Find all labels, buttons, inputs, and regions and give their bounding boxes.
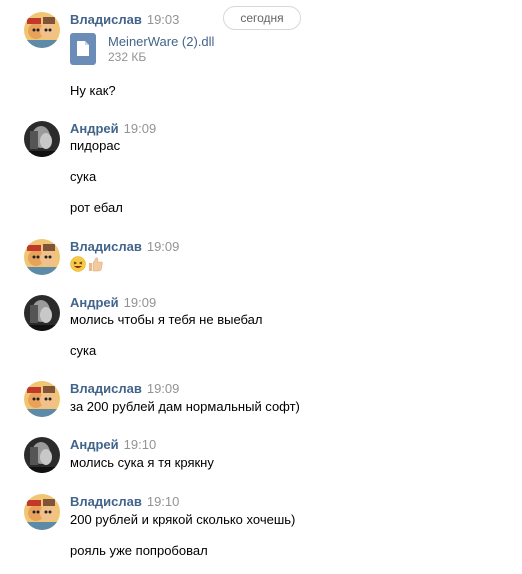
- message-time[interactable]: 19:10: [147, 494, 180, 509]
- message-text: сука: [70, 343, 97, 358]
- message-header: Владислав 19:09: [70, 381, 179, 396]
- avatar[interactable]: [24, 381, 60, 417]
- message-text: рот ебал: [70, 200, 123, 215]
- message-text: молись сука я тя крякну: [70, 455, 214, 470]
- message-header: Андрей 19:09: [70, 121, 156, 136]
- message-time[interactable]: 19:10: [124, 437, 157, 452]
- message-header: Владислав 19:03: [70, 12, 179, 27]
- message-text: пидорас: [70, 138, 121, 153]
- author-name[interactable]: Владислав: [70, 239, 142, 254]
- document-icon: [70, 33, 96, 65]
- message-text: рояль уже попробовал: [70, 543, 208, 558]
- avatar[interactable]: [24, 295, 60, 331]
- avatar[interactable]: [24, 239, 60, 275]
- file-size: 232 КБ: [108, 50, 147, 64]
- message-text: 200 рублей и крякой сколько хочешь): [70, 512, 296, 527]
- thumbs-up-emoji: [89, 257, 103, 272]
- message-header: Владислав 19:10: [70, 494, 179, 509]
- date-separator: сегодня: [223, 6, 301, 30]
- avatar[interactable]: [24, 437, 60, 473]
- message-time[interactable]: 19:09: [147, 239, 180, 254]
- avatar[interactable]: [24, 121, 60, 157]
- message-text: за 200 рублей дам нормальный софт): [70, 399, 300, 414]
- message-time[interactable]: 19:09: [147, 381, 180, 396]
- message-text: Ну как?: [70, 83, 116, 98]
- author-name[interactable]: Владислав: [70, 12, 142, 27]
- file-name[interactable]: MeinerWare (2).dll: [108, 34, 214, 49]
- author-name[interactable]: Владислав: [70, 381, 142, 396]
- message-header: Андрей 19:10: [70, 437, 156, 452]
- message-text: молись чтобы я тебя не выебал: [70, 312, 263, 327]
- message-header: Андрей 19:09: [70, 295, 156, 310]
- message-time[interactable]: 19:09: [124, 295, 157, 310]
- author-name[interactable]: Андрей: [70, 121, 119, 136]
- message-text: сука: [70, 169, 97, 184]
- message-header: Владислав 19:09: [70, 239, 179, 254]
- emoji-row: [70, 256, 104, 272]
- author-name[interactable]: Андрей: [70, 295, 119, 310]
- avatar[interactable]: [24, 12, 60, 48]
- author-name[interactable]: Андрей: [70, 437, 119, 452]
- avatar[interactable]: [24, 494, 60, 530]
- author-name[interactable]: Владислав: [70, 494, 142, 509]
- message-time[interactable]: 19:03: [147, 12, 180, 27]
- laughing-face-emoji: [70, 256, 86, 272]
- message-time[interactable]: 19:09: [124, 121, 157, 136]
